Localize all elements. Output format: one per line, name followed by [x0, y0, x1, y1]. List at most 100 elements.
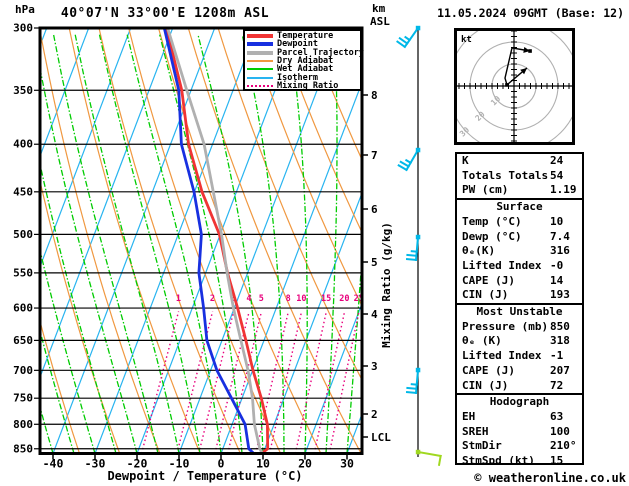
hodograph: 102030 kt [454, 28, 575, 145]
pressure-tick-label: 750 [13, 392, 33, 405]
wet-adiabat-line [41, 253, 96, 452]
stat-row: StmDir 210° [457, 439, 582, 454]
wind-barb [415, 449, 442, 467]
stat-label: Totals Totals [462, 168, 549, 182]
stat-value: 207 [550, 363, 570, 377]
copyright: © weatheronline.co.uk [474, 471, 626, 485]
stat-label: StmDir [462, 439, 502, 453]
wind-barb-staff [396, 25, 442, 467]
stat-value: 1.19 [550, 183, 577, 197]
stat-row: SREH 100 [457, 425, 582, 440]
wet-adiabat-line [41, 72, 138, 452]
lcl-label: LCL [371, 431, 391, 444]
wind-barb-half-feather [404, 158, 413, 165]
stat-value: 54 [550, 168, 564, 182]
stat-row: Dewp (°C) 7.4 [457, 230, 582, 245]
stat-row: θₑ(K) 316 [457, 244, 582, 259]
pressure-tick-label: 450 [13, 185, 33, 198]
isotherm-line [41, 29, 173, 375]
stat-label: K [462, 154, 469, 167]
wet-adiabat-line [41, 410, 54, 452]
wet-adiabat-line [98, 34, 201, 452]
pressure-axis-labels: 300 350 400 450 500 550 600 650 700 750 800 850 [13, 22, 40, 455]
wind-barb [396, 25, 421, 49]
stat-row: StmSpd (kt) 15 [457, 454, 582, 465]
stats-section-title: Surface [496, 200, 543, 214]
stat-row: Lifted Index -1 [457, 349, 582, 364]
km-tick-label: 7 [371, 149, 378, 162]
mixing-ratio-line [141, 311, 180, 452]
dry-adiabat-line [98, 29, 241, 452]
km-tick-label: 3 [371, 360, 378, 373]
stats-section-title: Most Unstable [476, 305, 563, 319]
stat-row: Temp (°C) 10 [457, 215, 582, 230]
mixing-ratio-axis-label: Mixing Ratio (g/kg) [380, 222, 393, 348]
stat-value: 72 [550, 378, 564, 392]
stat-row: CAPE (J) 207 [457, 364, 582, 379]
stat-row: Totals Totals 54 [457, 169, 582, 184]
stat-value: 14 [550, 273, 564, 287]
stats-section: K 24 Totals Totals 54 PW (cm) 1.19 [457, 154, 582, 198]
stat-value: 7.4 [550, 229, 570, 243]
stat-value: 15 [550, 454, 564, 465]
wind-barb-half-feather [404, 35, 411, 42]
pressure-tick-label: 650 [13, 334, 33, 347]
isotherm-line [262, 195, 361, 452]
legend-swatch-parcel-trajectory [247, 50, 273, 55]
stat-row: EH 63 [457, 410, 582, 425]
legend-swatch-mixing-ratio [247, 84, 273, 87]
stats-section-title: Hodograph [489, 395, 550, 409]
hodo-ring-label: 20 [474, 110, 487, 123]
stat-value: 316 [550, 244, 570, 258]
stat-label: Pressure (mb) [462, 319, 549, 333]
wind-barb-feather [399, 160, 410, 168]
hodo-ring-label: 30 [458, 125, 471, 138]
sounding-screenshot: hPa 40°07'N 33°00'E 1208m ASL km ASL 11.… [0, 0, 629, 486]
legend-swatch-dry-adiabat [247, 60, 273, 63]
stat-label: CIN (J) [462, 378, 509, 392]
pressure-tick-label: 300 [13, 22, 33, 35]
wind-barb-feather [396, 40, 407, 49]
stat-row: θₑ (K) 318 [457, 334, 582, 349]
stat-value: 100 [550, 424, 570, 438]
stats-section: Surface Temp (°C) 10 Dewp (°C) 7.4 θₑ(K) 316 Li… [457, 198, 582, 303]
stat-label: θₑ (K) [462, 334, 502, 348]
wind-barb-feather [405, 391, 418, 394]
pressure-tick-label: 400 [13, 138, 33, 151]
mixing-ratio-label: 4 [246, 294, 251, 304]
legend-swatch-wet-adiabat [247, 68, 273, 71]
stat-value: -1 [550, 349, 564, 363]
stat-label: StmSpd (kt) [462, 454, 535, 465]
stat-row: CIN (J) 72 [457, 379, 582, 394]
stat-row: CAPE (J) 14 [457, 274, 582, 289]
isotherm-line [136, 29, 299, 452]
stat-label: CAPE (J) [462, 363, 515, 377]
dewpoint-curve [163, 29, 255, 452]
stat-value: 193 [550, 288, 570, 302]
stat-label: Dewp (°C) [462, 229, 522, 243]
stat-row: K 24 [457, 154, 582, 169]
legend-label: Mixing Ratio [277, 80, 339, 91]
stat-value: 63 [550, 409, 564, 423]
indices-table: K 24 Totals Totals 54 PW (cm) 1.19 Surface Temp… [455, 152, 584, 465]
mixing-ratio-label: 10 [296, 294, 306, 304]
km-tick-label: 6 [371, 203, 378, 216]
stats-section: Hodograph EH 63 SREH 100 StmDir 210° StmSpd (kt… [457, 393, 582, 465]
stat-value: 318 [550, 334, 570, 348]
pressure-tick-label: 850 [13, 442, 33, 455]
hodo-unit-label: kt [461, 35, 472, 45]
stat-label: θₑ(K) [462, 244, 496, 258]
stat-label: Lifted Index [462, 258, 542, 272]
km-tick-label: 4 [371, 308, 378, 321]
stat-label: PW (cm) [462, 183, 509, 197]
pressure-tick-label: 700 [13, 364, 33, 377]
dry-adiabat-line [247, 29, 361, 305]
temp-axis-ticks: -40 -30 -20 -10 0 10 20 30 [43, 453, 354, 471]
stat-label: Temp (°C) [462, 214, 522, 228]
stat-row: PW (cm) 1.19 [457, 183, 582, 198]
stat-value: 210° [550, 439, 577, 453]
stat-label: EH [462, 409, 476, 423]
hodo-ring-label: 10 [489, 94, 502, 107]
stats-section: Most Unstable Pressure (mb) 850 θₑ (K) 318 Li… [457, 303, 582, 393]
stat-label: Lifted Index [462, 349, 542, 363]
